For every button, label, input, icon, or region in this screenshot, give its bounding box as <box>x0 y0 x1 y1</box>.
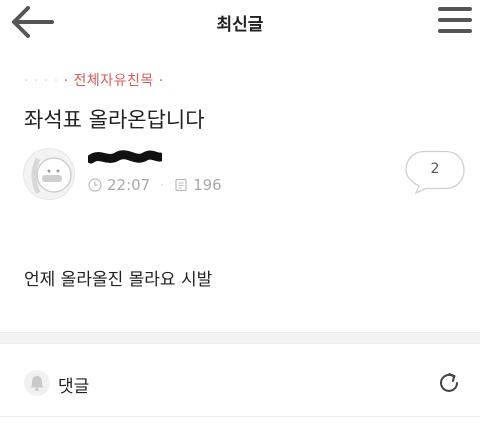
clock-icon <box>88 178 102 192</box>
redaction-scribble <box>86 150 165 164</box>
refresh-button[interactable] <box>436 370 462 396</box>
post-title: 좌석표 올라온답니다 <box>24 108 205 132</box>
menu-button[interactable] <box>436 3 474 37</box>
document-icon <box>175 178 187 192</box>
avatar[interactable] <box>23 148 75 200</box>
post-category[interactable]: · · · · · 전체자유친목 · <box>24 70 164 90</box>
bell-glyph <box>30 376 44 392</box>
comments-label: 댓글 <box>58 377 90 397</box>
bottom-divider <box>0 416 480 417</box>
refresh-icon <box>440 373 458 392</box>
comment-count: 2 <box>430 161 440 177</box>
bell-icon[interactable] <box>24 370 50 396</box>
view-count: 196 <box>193 176 222 194</box>
post-time: 22:07 <box>107 176 151 194</box>
meta-separator: · <box>160 178 165 192</box>
post-meta: 22:07 · 196 <box>88 176 222 194</box>
top-bar: 최신글 <box>0 0 480 44</box>
comments-header: 댓글 <box>0 358 480 410</box>
hamburger-menu-icon <box>438 7 472 33</box>
page-title: 최신글 <box>216 15 264 35</box>
author-name-redacted[interactable] <box>86 148 165 166</box>
section-divider <box>0 332 480 344</box>
comment-count-button[interactable]: 2 <box>404 150 466 195</box>
post-body: 언제 올라올진 몰라요 시발 <box>24 270 213 290</box>
avatar-icon <box>31 157 72 195</box>
